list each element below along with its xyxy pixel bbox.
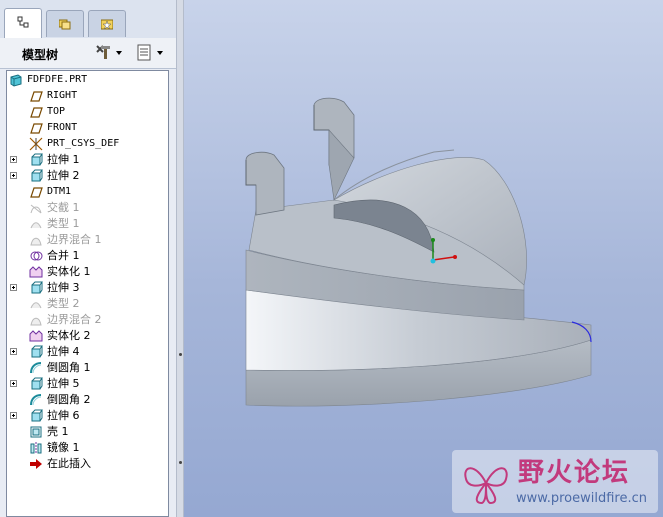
- part-model-render: [245, 97, 592, 407]
- model-tree: FDFDFE.PRT RIGHT TOP FRONT PRT_CSYS_DEF 拉伸 1…: [6, 70, 169, 517]
- extrude-icon: [31, 153, 43, 166]
- tree-item-label: PRT_CSYS_DEF: [47, 138, 120, 149]
- solidify-icon: [29, 330, 43, 342]
- settings-tools-button[interactable]: [94, 43, 126, 63]
- tree-item-label: DTM1: [47, 186, 72, 197]
- chevron-down-icon: [157, 51, 163, 55]
- tree-item-label: 拉伸 5: [47, 377, 80, 390]
- boundary-blend-icon: [30, 237, 42, 246]
- favorites-icon: [101, 19, 113, 30]
- panel-title: 模型树: [22, 48, 59, 62]
- expand-plus-icon[interactable]: [10, 284, 17, 291]
- extrude-icon: [31, 281, 43, 294]
- expand-plus-icon[interactable]: [10, 348, 17, 355]
- watermark-brand: 野火论坛: [518, 458, 631, 488]
- tree-root-label: FDFDFE.PRT: [27, 74, 88, 85]
- model-tree-header: 模型树: [0, 38, 176, 69]
- watermark-url: www.proewildfire.cn: [516, 491, 647, 506]
- shell-icon: [30, 426, 42, 438]
- tree-item-label: FRONT: [47, 122, 78, 133]
- datum-plane-icon: [30, 187, 43, 198]
- mirror-icon: [30, 442, 42, 454]
- watermark: 野火论坛 www.proewildfire.cn: [452, 450, 658, 513]
- butterfly-logo-icon: [464, 467, 508, 505]
- tree-item-label: 拉伸 1: [47, 153, 80, 166]
- tree-item-label: TOP: [47, 106, 66, 117]
- type-icon: [30, 302, 42, 309]
- insert-here-icon: [30, 459, 42, 469]
- tree-item-label: 类型 1: [47, 217, 80, 230]
- tree-item-label: 拉伸 4: [47, 345, 80, 358]
- tab-folder-browser[interactable]: [46, 10, 84, 37]
- tree-item-label: 拉伸 2: [47, 169, 80, 182]
- type-icon: [30, 222, 42, 229]
- model-tree-panel: 模型树 FDFDFE.PRT RIGHT TOP FRONT PRT_CSYS_DEF…: [0, 0, 176, 517]
- model-tree-icon: [17, 16, 29, 28]
- tree-item-label: 镜像 1: [47, 441, 80, 454]
- tree-item-label: 边界混合 1: [47, 233, 102, 246]
- graphics-viewport[interactable]: [184, 0, 663, 517]
- tree-item-label: 倒圆角 1: [47, 361, 91, 374]
- expand-plus-icon[interactable]: [10, 380, 17, 387]
- navigator-tabs: [0, 0, 176, 39]
- extrude-icon: [31, 345, 43, 358]
- tab-model-tree[interactable]: [4, 8, 42, 39]
- datum-plane-icon: [30, 91, 43, 102]
- tree-item-label: 交截 1: [47, 201, 80, 214]
- tree-item-label: 倒圆角 2: [47, 393, 91, 406]
- solidify-icon: [29, 266, 43, 278]
- datum-plane-icon: [30, 107, 43, 118]
- chevron-down-icon: [116, 51, 122, 55]
- part-icon: [10, 74, 22, 87]
- expand-plus-icon[interactable]: [10, 156, 17, 163]
- tab-favorites[interactable]: [88, 10, 126, 37]
- extrude-icon: [31, 409, 43, 422]
- intersect-icon: [30, 204, 42, 214]
- extrude-icon: [31, 169, 43, 182]
- tree-item-label: RIGHT: [47, 90, 78, 101]
- merge-icon: [30, 251, 43, 261]
- round-icon: [30, 394, 42, 406]
- tree-item-label: 拉伸 3: [47, 281, 80, 294]
- tree-item-label: 边界混合 2: [47, 313, 102, 326]
- folder-browser-icon: [59, 19, 71, 30]
- tree-item-label: 类型 2: [47, 297, 80, 310]
- csys-icon: [29, 137, 43, 151]
- tree-item-label: 实体化 2: [47, 329, 91, 342]
- datum-plane-icon: [30, 123, 43, 134]
- round-icon: [30, 362, 42, 374]
- tree-item-label: 壳 1: [47, 425, 69, 438]
- extrude-icon: [31, 377, 43, 390]
- tree-item-label: 合并 1: [47, 249, 80, 262]
- expand-plus-icon[interactable]: [10, 172, 17, 179]
- tree-item-label: 实体化 1: [47, 265, 91, 278]
- show-menu-button[interactable]: [135, 43, 167, 63]
- tree-item-label: 在此插入: [47, 457, 91, 470]
- expand-plus-icon[interactable]: [10, 412, 17, 419]
- boundary-blend-icon: [30, 317, 42, 326]
- panel-splitter[interactable]: [176, 0, 184, 517]
- tree-item-label: 拉伸 6: [47, 409, 80, 422]
